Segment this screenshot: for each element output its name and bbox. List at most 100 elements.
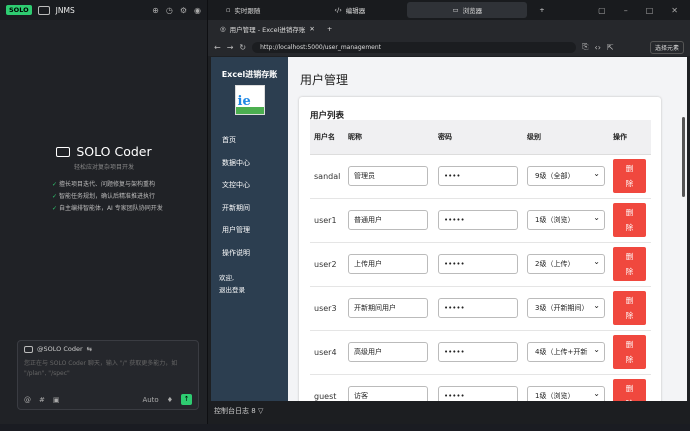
nav-help[interactable]: 操作说明 (211, 242, 288, 265)
solo-hero: SOLO Coder 轻松应对复杂项目开发 擅长项目迭代、问题修复与架构重构 智… (0, 144, 208, 215)
level-select[interactable]: 2级（上传） (527, 254, 605, 274)
delete-button[interactable]: 删除 (613, 291, 646, 325)
col-password: 密码 (434, 120, 523, 155)
console-label[interactable]: 控制台日志 (214, 407, 249, 415)
devtools-icon[interactable]: ‹› (595, 43, 601, 52)
reload-icon[interactable]: ↻ (239, 43, 246, 52)
username-cell: sandal (310, 154, 344, 199)
hero-title: SOLO Coder (76, 144, 152, 159)
history-icon[interactable]: ◷ (166, 6, 173, 15)
col-level: 级别 (523, 120, 609, 155)
chat-placeholder[interactable]: 您正在与 SOLO Coder 聊天，输入 "/" 获取更多能力，如 "/pla… (18, 357, 198, 381)
col-nickname: 昵称 (344, 120, 434, 155)
delete-button[interactable]: 删除 (613, 159, 646, 193)
split-icon[interactable]: ▢ (598, 6, 606, 15)
nickname-input[interactable]: 管理员 (348, 166, 428, 186)
nav-users[interactable]: 用户管理 (211, 219, 288, 242)
password-input[interactable]: ••••• (438, 342, 518, 362)
tab-follow[interactable]: ▫ 实时跟随 (214, 2, 272, 18)
back-icon[interactable]: ← (214, 43, 221, 52)
screenshot-icon[interactable]: ⎘ (582, 42, 588, 52)
tab-editor[interactable]: ‹/› 编辑器 (322, 2, 377, 18)
level-select[interactable]: 1级（浏览） (527, 210, 605, 230)
chat-input-box[interactable]: @SOLO Coder ⇆ 您正在与 SOLO Coder 聊天，输入 "/" 获… (17, 340, 199, 410)
pick-element-button[interactable]: 选择元素 (649, 40, 684, 54)
table-row: user3 开新期间用户 ••••• 3级（开新期间） 删除 (310, 286, 651, 331)
console-count: 8 (251, 407, 256, 415)
nickname-input[interactable]: 高级用户 (348, 342, 428, 362)
solo-panel: SOLO JNMS ⊕ ◷ ⚙ ◉ SOLO Coder 轻松应对复杂项目开发 擅长项… (0, 0, 208, 424)
feature-item: 自主编排智能体，AI 专家团队协同开发 (52, 203, 208, 215)
new-browser-tab-icon[interactable]: + (321, 25, 338, 33)
agent-name[interactable]: @SOLO Coder (37, 345, 83, 353)
logout-link[interactable]: 退出登录 (211, 284, 288, 296)
minimize-icon[interactable]: – (624, 6, 628, 15)
nickname-input[interactable]: 上传用户 (348, 254, 428, 274)
username-cell: user2 (310, 242, 344, 287)
maximize-icon[interactable]: □ (646, 6, 654, 15)
delete-button[interactable]: 删除 (613, 335, 646, 369)
new-chat-icon[interactable]: ⊕ (152, 6, 159, 15)
settings-icon[interactable]: ⚙ (180, 6, 187, 15)
address-bar: ← → ↻ http://localhost:5000/user_managemen… (208, 38, 690, 56)
level-select[interactable]: 9级（全部） (527, 166, 605, 186)
page-title: 用户管理 (300, 73, 349, 87)
password-input[interactable]: ••••• (438, 254, 518, 274)
username-cell: user4 (310, 330, 344, 375)
password-input[interactable]: ••••• (438, 386, 518, 401)
solo-logo-icon (56, 146, 71, 157)
app-sidebar: Excel进销存账 ie 首页 数据中心 文控中心 开新期间 用户管理 操作说明… (211, 57, 288, 401)
password-input[interactable]: •••• (438, 166, 518, 186)
delete-button[interactable]: 删除 (613, 247, 646, 281)
project-name[interactable]: JNMS (56, 6, 75, 15)
password-input[interactable]: ••••• (438, 298, 518, 318)
system-title: Excel进销存账 (221, 70, 278, 79)
send-button[interactable]: ↑ (181, 394, 192, 405)
taskbar (0, 424, 690, 431)
scrollbar[interactable] (682, 117, 685, 197)
feature-item: 智能任务规划，确认后精准推进执行 (52, 191, 208, 203)
username-cell: guest (310, 374, 344, 401)
welcome-text: 欢迎, (219, 274, 235, 282)
image-icon[interactable]: ▣ (53, 396, 60, 404)
window-tabs: ▫ 实时跟随 ‹/› 编辑器 ▭ 浏览器 + ▢ – □ ✕ (208, 0, 690, 20)
table-row: user4 高级用户 ••••• 4级（上传+开新 删除 (310, 330, 651, 375)
main-content: 用户管理 用户列表 用户名 昵称 密码 级别 操作 sandal 管理员 •••… (288, 57, 687, 401)
mode-select[interactable]: Auto (142, 396, 158, 404)
username-cell: user1 (310, 198, 344, 243)
table-row: user1 普通用户 ••••• 1级（浏览） 删除 (310, 198, 651, 243)
nav-period[interactable]: 开新期间 (211, 197, 288, 220)
hash-icon[interactable]: # (39, 396, 45, 404)
forward-icon[interactable]: → (227, 43, 234, 52)
at-icon[interactable]: @ (24, 396, 31, 404)
chevron-down-icon[interactable]: ▽ (258, 407, 263, 415)
mic-icon[interactable]: ♦ (167, 396, 173, 404)
close-icon[interactable]: ✕ (671, 6, 678, 15)
nickname-input[interactable]: 普通用户 (348, 210, 428, 230)
external-icon[interactable]: ⇱ (607, 43, 614, 52)
feature-item: 擅长项目迭代、问题修复与架构重构 (52, 179, 208, 191)
solo-badge[interactable]: SOLO (6, 5, 32, 15)
nav-data[interactable]: 数据中心 (211, 152, 288, 175)
level-select[interactable]: 4级（上传+开新 (527, 342, 605, 362)
user-icon[interactable]: ◉ (194, 6, 201, 15)
console-bar[interactable]: 控制台日志 8 ▽ (208, 401, 690, 424)
nav-docs[interactable]: 文控中心 (211, 174, 288, 197)
tab-browser[interactable]: ▭ 浏览器 (407, 2, 528, 18)
level-select[interactable]: 3级（开新期间） (527, 298, 605, 318)
user-table: 用户名 昵称 密码 级别 操作 sandal 管理员 •••• 9级（全部） 删… (310, 120, 651, 401)
delete-button[interactable]: 删除 (613, 379, 646, 401)
browser-tab[interactable]: ◎ 用户管理 - Excel进销存账 ✕ (214, 24, 321, 34)
browser-tabs: ◎ 用户管理 - Excel进销存账 ✕ + (208, 20, 690, 38)
nickname-input[interactable]: 访客 (348, 386, 428, 401)
new-tab-icon[interactable]: + (527, 2, 556, 18)
layout-icon[interactable] (37, 5, 50, 15)
nickname-input[interactable]: 开新期间用户 (348, 298, 428, 318)
password-input[interactable]: ••••• (438, 210, 518, 230)
swap-agent-icon[interactable]: ⇆ (87, 345, 92, 353)
nav-home[interactable]: 首页 (211, 129, 288, 152)
table-row: guest 访客 ••••• 1级（浏览） 删除 (310, 374, 651, 401)
level-select[interactable]: 1级（浏览） (527, 386, 605, 401)
url-input[interactable]: http://localhost:5000/user_management (252, 41, 577, 53)
delete-button[interactable]: 删除 (613, 203, 646, 237)
